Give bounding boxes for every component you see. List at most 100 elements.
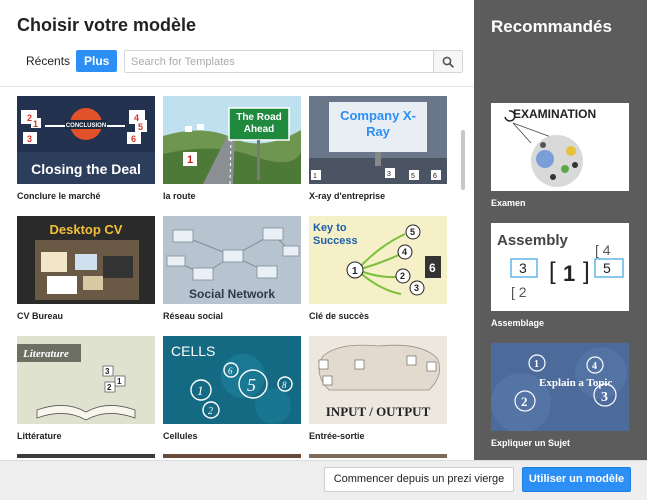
template-thumbnail: Key to Success 5 4 1 2 3 6 [309,216,447,304]
template-card-literature[interactable]: Literature 3 1 2 Littérature [17,336,155,441]
svg-text:2: 2 [107,383,112,392]
svg-text:[ 2: [ 2 [511,284,527,300]
template-label: CV Bureau [17,311,64,321]
svg-text:Desktop CV: Desktop CV [50,222,123,237]
svg-text:2: 2 [400,271,405,281]
template-card-partial[interactable] [163,454,301,458]
template-thumbnail: Desktop CV [17,216,155,304]
svg-text:1: 1 [534,359,539,370]
svg-text:Social Network: Social Network [189,287,275,301]
svg-text:3: 3 [414,283,419,293]
tab-recents[interactable]: Récents [18,50,78,72]
template-thumbnail: 1 4 2 3 Explain a Topic [491,343,629,431]
template-card-partial[interactable] [309,454,447,458]
template-card-company-x-ray[interactable]: Company X-Ray 1 3 5 6 X-ray d'entreprise [309,96,447,201]
svg-text:3: 3 [519,260,527,276]
svg-text:5: 5 [603,260,611,276]
start-blank-button[interactable]: Commencer depuis un prezi vierge [324,467,514,492]
svg-text:Literature: Literature [22,348,69,360]
svg-text:5: 5 [411,173,415,180]
recommended-label: Assemblage [491,318,545,328]
svg-text:2: 2 [27,113,32,123]
svg-text:4: 4 [402,247,407,257]
template-label: X-ray d'entreprise [309,191,386,201]
template-label: Clé de succès [309,311,370,321]
svg-text:CELLS: CELLS [171,343,215,359]
svg-text:3: 3 [105,367,110,376]
template-label: Cellules [163,431,198,441]
recommended-card-assembly[interactable]: Assembly [ 1 ] 3 5 [ 4 [ 2 Assemblage [491,223,629,328]
template-thumbnail: CELLS 1 6 5 8 2 [163,336,301,424]
svg-text:[ 4: [ 4 [595,242,611,258]
svg-text:INPUT / OUTPUT: INPUT / OUTPUT [326,404,431,419]
template-thumbnail: 2 1 3 4 5 6 CONCLUSION Closing the Deal [17,96,155,184]
svg-text:1: 1 [313,173,317,180]
template-card-social-network[interactable]: Social Network Réseau social [163,216,301,321]
svg-text:3: 3 [601,390,608,405]
template-card-input-output[interactable]: INPUT / OUTPUT Entrée-sortie [309,336,447,441]
template-thumbnail: Literature 3 1 2 [17,336,155,424]
svg-text:6: 6 [228,366,233,376]
svg-text:EXAMINATION: EXAMINATION [513,107,596,121]
recommended-card-explain-a-topic[interactable]: 1 4 2 3 Explain a Topic Expliquer un Suj… [491,343,629,448]
svg-text:4: 4 [592,361,597,372]
svg-text:1: 1 [33,119,38,129]
template-card-closing-the-deal[interactable]: 2 1 3 4 5 6 CONCLUSION Closing the Deal [17,96,155,201]
template-thumbnail [309,454,447,458]
template-thumbnail [17,454,155,458]
tab-plus[interactable]: Plus [76,50,118,72]
scrollbar[interactable] [461,130,465,190]
svg-text:6: 6 [433,173,437,180]
svg-text:6: 6 [131,134,136,144]
template-label: Réseau social [163,311,224,321]
template-dialog: Choisir votre modèle Récents Plus Search… [0,0,647,500]
svg-text:1: 1 [197,383,204,398]
svg-text:[: [ [549,258,556,285]
svg-text:Assembly: Assembly [497,232,569,249]
template-browser: Choisir votre modèle Récents Plus Search… [0,0,474,460]
template-thumbnail: Assembly [ 1 ] 3 5 [ 4 [ 2 [491,223,629,311]
svg-text:2: 2 [521,394,528,409]
dialog-title: Choisir votre modèle [17,15,197,35]
svg-text:5: 5 [410,227,415,237]
header-divider [0,86,474,87]
search-icon [442,56,454,68]
use-template-button[interactable]: Utiliser un modèle [522,467,631,492]
template-thumbnail: EXAMINATION [491,103,629,191]
svg-text:5: 5 [247,375,256,395]
svg-text:1: 1 [352,266,358,277]
svg-text:1: 1 [563,261,575,286]
template-card-partial[interactable] [17,454,155,458]
svg-text:8: 8 [282,380,287,390]
svg-text:CONCLUSION: CONCLUSION [66,123,106,129]
svg-text:5: 5 [138,122,143,132]
svg-text:2: 2 [208,406,213,417]
svg-text:Closing the Deal: Closing the Deal [31,161,141,177]
dialog-footer: Commencer depuis un prezi vierge Utilise… [0,460,647,500]
recommended-card-examination[interactable]: EXAMINATION Examen [491,103,629,208]
svg-text:]: ] [583,258,590,285]
template-thumbnail: Social Network [163,216,301,304]
recommended-label: Expliquer un Sujet [491,438,571,448]
search-box [124,50,463,73]
svg-text:1: 1 [117,377,122,386]
template-thumbnail: Company X-Ray 1 3 5 6 [309,96,447,184]
svg-text:6: 6 [429,261,436,275]
recommended-title: Recommandés [491,17,612,36]
template-label: Entrée-sortie [309,431,365,441]
template-thumbnail: INPUT / OUTPUT [309,336,447,424]
template-label: Conclure le marché [17,191,101,201]
template-thumbnail [163,454,301,458]
template-card-key-to-success[interactable]: Key to Success 5 4 1 2 3 6 Clé de succès [309,216,447,321]
template-card-the-road-ahead[interactable]: 1 The Road Ahead la route [163,96,301,201]
template-label: la route [163,191,196,201]
svg-text:3: 3 [27,134,32,144]
svg-text:Explain a Topic: Explain a Topic [539,377,612,389]
template-thumbnail: 1 The Road Ahead [163,96,301,184]
template-card-cells[interactable]: CELLS 1 6 5 8 2 Cellules [163,336,301,441]
search-input[interactable] [125,51,433,72]
recommended-panel: Recommandés EXAMINATION Examen Assembly … [474,0,647,460]
svg-text:3: 3 [387,171,391,178]
search-button[interactable] [433,51,462,72]
template-card-desktop-cv[interactable]: Desktop CV CV Bureau [17,216,155,321]
